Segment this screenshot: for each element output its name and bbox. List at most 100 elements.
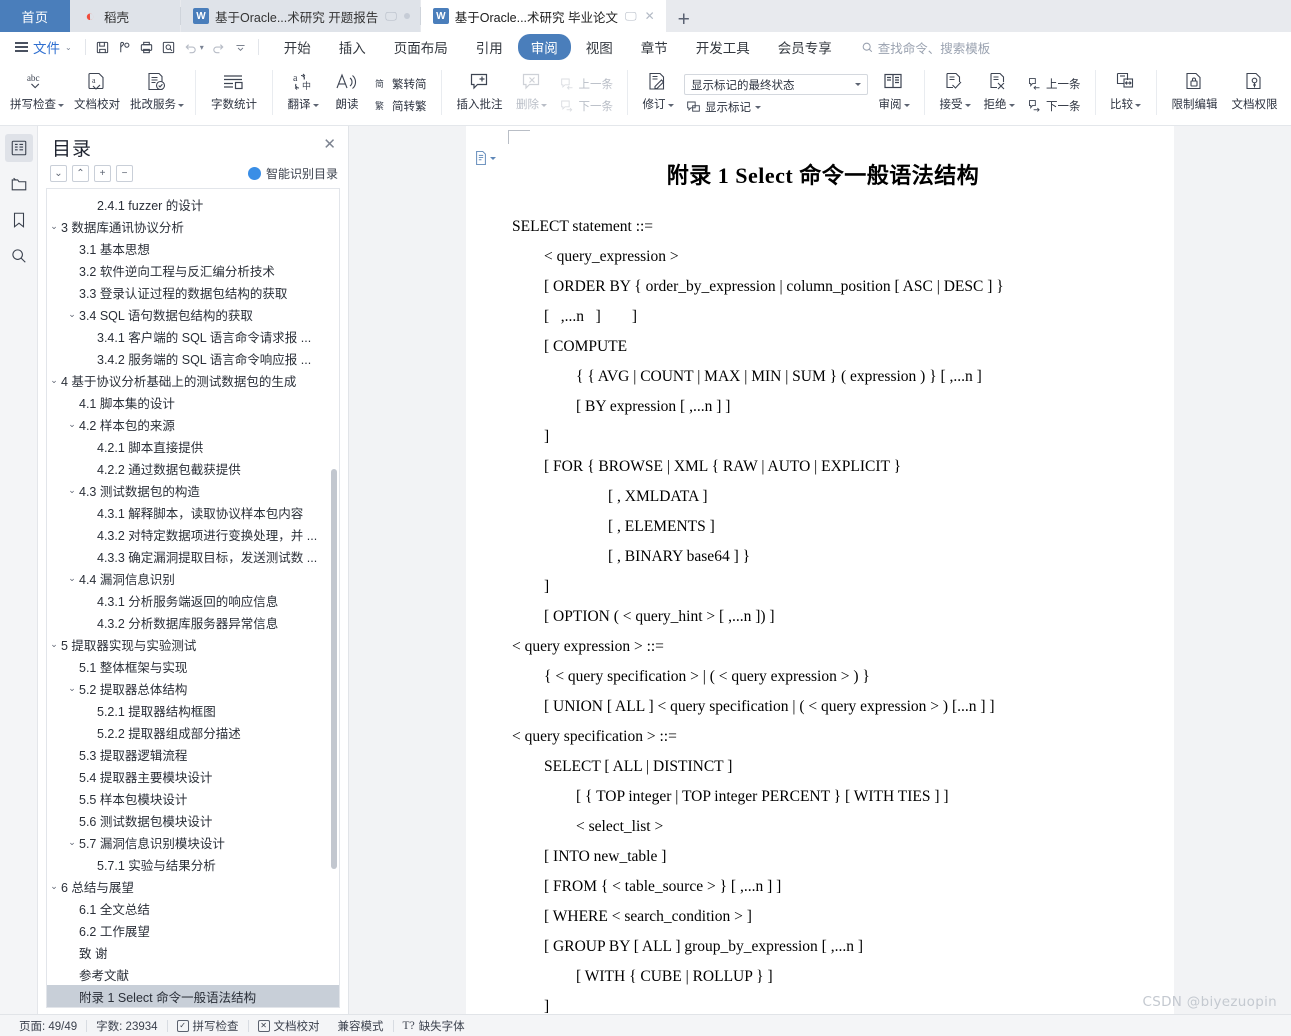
toc-item[interactable]: ⌄ 3.4 SQL 语句数据包结构的获取 <box>47 303 339 325</box>
chevron-down-icon[interactable]: ⌄ <box>65 683 79 694</box>
redo-icon[interactable] <box>208 36 230 58</box>
folder-icon[interactable] <box>5 170 33 198</box>
toc-item[interactable]: 5.4 提取器主要模块设计 <box>47 765 339 787</box>
revise-service-button[interactable]: 批改服务 <box>127 64 187 125</box>
toc-item[interactable]: ⌄ 4.3 测试数据包的构造 <box>47 479 339 501</box>
spell-check-button[interactable]: abc 拼写检查 <box>7 64 67 125</box>
tab-shitu[interactable]: 视图 <box>573 34 626 60</box>
undo-dropdown-icon[interactable]: ▾ <box>200 43 204 52</box>
toc-list[interactable]: 2.4.1 fuzzer 的设计 ⌄ 3 数据库通讯协议分析 3.1 基本思想 3.2 … <box>46 188 340 1008</box>
toc-item[interactable]: 4.3.2 对特定数据项进行变换处理，并 ... <box>47 523 339 545</box>
close-icon[interactable]: ✕ <box>321 134 338 155</box>
missing-font-status[interactable]: T? 缺失字体 <box>394 1018 474 1034</box>
compare-button[interactable]: 比较 <box>1104 64 1148 125</box>
prev-comment-button[interactable]: 上一条 <box>556 74 618 94</box>
search-input[interactable]: 查找命令、搜索模板 <box>861 38 990 57</box>
toc-item[interactable]: ⌄ 3 数据库通讯协议分析 <box>47 215 339 237</box>
toc-item[interactable]: 4.3.3 确定漏洞提取目标，发送测试数 ... <box>47 545 339 567</box>
prev-change-button[interactable]: 上一条 <box>1023 74 1085 94</box>
toc-scrollbar[interactable] <box>331 469 337 869</box>
toc-item[interactable]: 4.2.1 脚本直接提供 <box>47 435 339 457</box>
reject-button[interactable]: 拒绝 <box>977 64 1021 125</box>
toc-item[interactable]: 3.1 基本思想 <box>47 237 339 259</box>
restrict-edit-button[interactable]: 限制编辑 <box>1165 64 1225 125</box>
toc-item[interactable]: ⌄ 5.2 提取器总体结构 <box>47 677 339 699</box>
toc-item[interactable]: 4.3.1 分析服务端返回的响应信息 <box>47 589 339 611</box>
level-minus-button[interactable]: − <box>116 165 133 182</box>
tab-kaitibaogao[interactable]: W 基于Oracle...术研究 开题报告 🖵 <box>181 0 420 32</box>
compat-mode-status[interactable]: 兼容模式 <box>329 1018 393 1034</box>
simp-to-trad-button[interactable]: 繁 简转繁 <box>371 96 431 116</box>
read-aloud-button[interactable]: 朗读 <box>325 64 369 125</box>
spell-check-status[interactable]: ✓ 拼写检查 <box>168 1018 248 1034</box>
toc-item[interactable]: 6.2 工作展望 <box>47 919 339 941</box>
review-pane-button[interactable]: 审阅 <box>872 64 916 125</box>
toc-item[interactable]: 4.1 脚本集的设计 <box>47 391 339 413</box>
toc-item[interactable]: ⌄ 5.7 漏洞信息识别模块设计 <box>47 831 339 853</box>
doc-certify-button[interactable]: 文档认证 <box>1285 64 1291 125</box>
tab-daoke[interactable]: ◐ 稻壳 <box>70 0 180 32</box>
search-icon[interactable] <box>5 242 33 270</box>
translate-button[interactable]: a 中 翻译 <box>281 64 325 125</box>
toc-item[interactable]: 5.6 测试数据包模块设计 <box>47 809 339 831</box>
chevron-down-icon[interactable]: ⌄ <box>65 419 79 430</box>
tab-yemianbuju[interactable]: 页面布局 <box>381 34 461 60</box>
doc-permission-button[interactable]: 文档权限 <box>1225 64 1285 125</box>
document-area[interactable]: 附录 1 Select 命令一般语法结构 SELECT statement ::… <box>349 126 1291 1014</box>
find-icon[interactable] <box>158 36 180 58</box>
chevron-down-icon[interactable]: ⌄ <box>47 881 61 892</box>
new-tab-button[interactable]: + <box>666 9 702 32</box>
print-icon[interactable] <box>136 36 158 58</box>
tab-zhangjie[interactable]: 章节 <box>628 34 681 60</box>
toc-item[interactable]: 参考文献 <box>47 963 339 985</box>
chevron-down-icon[interactable]: ⌄ <box>65 837 79 848</box>
page-indicator[interactable]: 页面: 49/49 <box>10 1018 86 1034</box>
document-page[interactable]: 附录 1 Select 命令一般语法结构 SELECT statement ::… <box>466 126 1174 1014</box>
insert-comment-button[interactable]: 插入批注 <box>450 64 510 125</box>
toc-item[interactable]: 致 谢 <box>47 941 339 963</box>
tab-close-icon[interactable]: ✕ <box>644 10 656 22</box>
chevron-down-icon[interactable]: ⌄ <box>47 221 61 232</box>
word-count-button[interactable]: 字数统计 <box>204 64 264 125</box>
toc-item[interactable]: 5.1 整体框架与实现 <box>47 655 339 677</box>
toc-item[interactable]: 3.2 软件逆向工程与反汇编分析技术 <box>47 259 339 281</box>
toc-item[interactable]: ⌄ 5 提取器实现与实验测试 <box>47 633 339 655</box>
show-markup-button[interactable]: 显示标记 <box>684 99 868 115</box>
toc-item[interactable]: 4.2.2 通过数据包截获提供 <box>47 457 339 479</box>
toc-item[interactable]: ⌄ 6 总结与展望 <box>47 875 339 897</box>
toc-item[interactable]: 4.3.1 解释脚本，读取协议样本包内容 <box>47 501 339 523</box>
tab-kaishi[interactable]: 开始 <box>271 34 324 60</box>
level-plus-button[interactable]: + <box>94 165 111 182</box>
expand-down-button[interactable]: ⌄ <box>50 165 67 182</box>
collapse-up-button[interactable]: ⌃ <box>72 165 89 182</box>
print-preview-icon[interactable] <box>114 36 136 58</box>
toc-item[interactable]: 5.2.2 提取器组成部分描述 <box>47 721 339 743</box>
bookmark-icon[interactable] <box>5 206 33 234</box>
tab-biyelunwen[interactable]: W 基于Oracle...术研究 毕业论文 🖵 ✕ <box>420 0 666 32</box>
file-menu-button[interactable]: 文件 ⌄ <box>8 35 79 59</box>
track-changes-button[interactable]: 修订 <box>636 64 680 125</box>
toc-item[interactable]: ⌄ 4.2 样本包的来源 <box>47 413 339 435</box>
toc-item[interactable]: 3.3 登录认证过程的数据包结构的获取 <box>47 281 339 303</box>
chevron-down-icon[interactable]: ⌄ <box>47 375 61 386</box>
chevron-down-icon[interactable]: ⌄ <box>65 309 79 320</box>
next-change-button[interactable]: 下一条 <box>1023 96 1085 116</box>
tab-charu[interactable]: 插入 <box>326 34 379 60</box>
accept-button[interactable]: 接受 <box>933 64 977 125</box>
toc-item[interactable]: 6.1 全文总结 <box>47 897 339 919</box>
chevron-down-icon[interactable]: ⌄ <box>47 639 61 650</box>
toc-item[interactable]: 附录 1 Select 命令一般语法结构 <box>47 985 339 1007</box>
toc-item[interactable]: 4.3.2 分析数据库服务器异常信息 <box>47 611 339 633</box>
tab-yinyong[interactable]: 引用 <box>463 34 516 60</box>
page-layout-tool-icon[interactable] <box>474 150 496 166</box>
toc-item[interactable]: 5.2.1 提取器结构框图 <box>47 699 339 721</box>
toc-item[interactable]: 5.3 提取器逻辑流程 <box>47 743 339 765</box>
doc-proof-button[interactable]: a 文档校对 <box>67 64 127 125</box>
toc-item[interactable]: ⌄ 4.4 漏洞信息识别 <box>47 567 339 589</box>
word-count-indicator[interactable]: 字数: 23934 <box>87 1018 166 1034</box>
next-comment-button[interactable]: 下一条 <box>556 96 618 116</box>
chevron-down-icon[interactable]: ⌄ <box>65 573 79 584</box>
markup-state-select[interactable]: 显示标记的最终状态 <box>684 74 868 95</box>
tab-huiyuanzhuanxiang[interactable]: 会员专享 <box>765 34 845 60</box>
tab-shenyue[interactable]: 审阅 <box>517 34 571 60</box>
